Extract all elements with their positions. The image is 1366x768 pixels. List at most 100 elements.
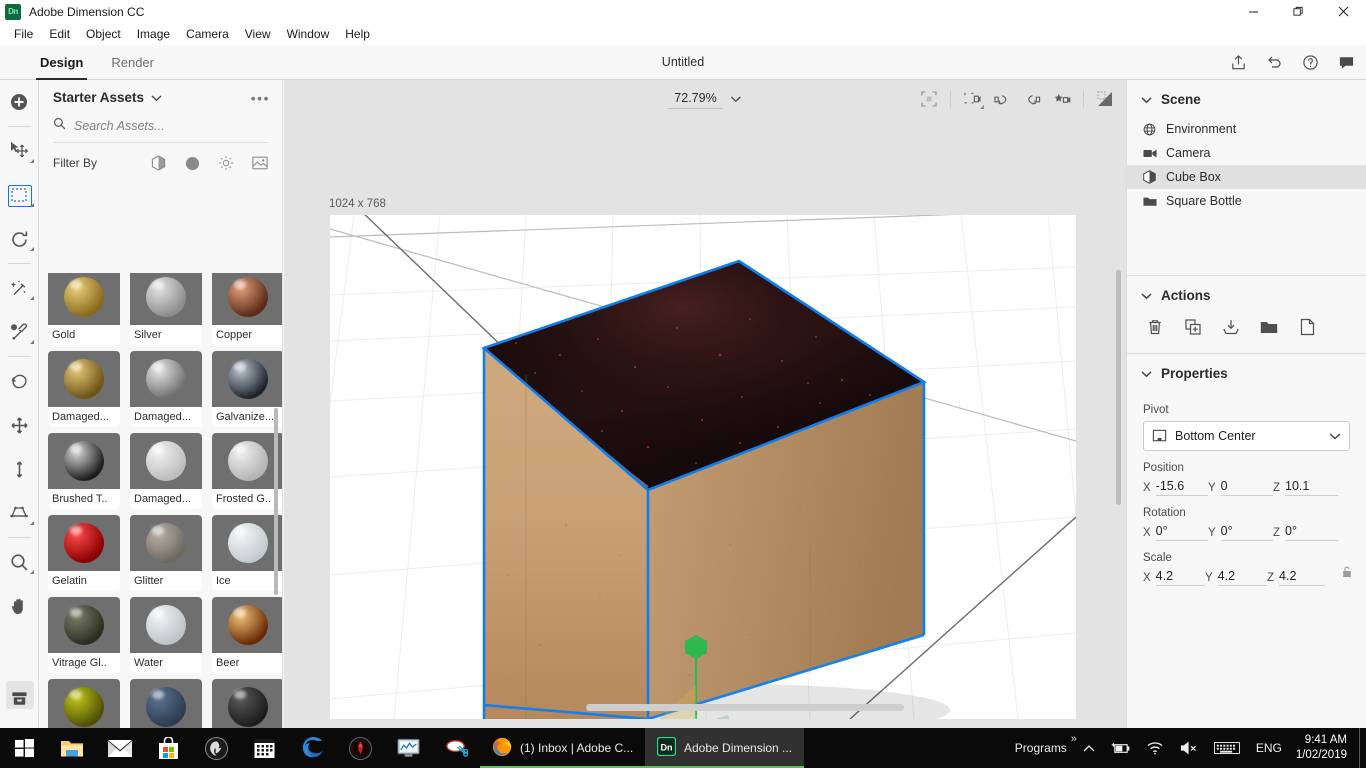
rotation-x-value[interactable]: 0°	[1155, 524, 1208, 541]
scale-x-field[interactable]: X 4.2	[1143, 569, 1205, 586]
tab-render[interactable]: Render	[97, 45, 168, 80]
scale-y-value[interactable]: 4.2	[1217, 569, 1267, 586]
scene-item-camera[interactable]: Camera	[1127, 141, 1366, 165]
zoom-tool[interactable]	[0, 540, 39, 584]
tab-design[interactable]: Design	[26, 45, 97, 80]
search-input[interactable]	[74, 119, 254, 133]
minimize-button[interactable]	[1231, 0, 1276, 23]
chevron-down-icon[interactable]	[1141, 370, 1152, 378]
asset-card[interactable]: Damaged...	[48, 351, 120, 427]
camera-orbit-right-icon[interactable]	[1023, 90, 1041, 108]
chevron-down-icon[interactable]	[1329, 432, 1341, 440]
rotate-tool[interactable]	[0, 217, 39, 261]
asset-card[interactable]: Silver	[130, 273, 202, 345]
asset-card[interactable]: Gelatin	[48, 515, 120, 591]
properties-section-header[interactable]: Properties	[1127, 354, 1366, 391]
taskbar-task-firefox[interactable]: (1) Inbox | Adobe C...	[480, 728, 645, 768]
viewport-horizontal-scrollbar[interactable]	[586, 704, 904, 711]
pan-move-tool[interactable]	[0, 403, 39, 447]
asset-card[interactable]: Brushed T..	[48, 433, 120, 509]
lock-aspect-icon[interactable]	[1342, 565, 1352, 583]
light-filter-icon[interactable]	[218, 155, 234, 171]
orbit-tool[interactable]	[0, 359, 39, 403]
tray-chevron-up-icon[interactable]	[1075, 728, 1103, 768]
chevron-down-icon[interactable]	[731, 95, 742, 103]
asset-card[interactable]: Damaged...	[130, 433, 202, 509]
scene-item-environment[interactable]: Environment	[1127, 117, 1366, 141]
chevron-down-icon[interactable]	[151, 94, 162, 102]
viewport-3d[interactable]	[330, 215, 1076, 719]
asset-card[interactable]: Water	[130, 597, 202, 673]
asset-card[interactable]: Gold	[48, 273, 120, 345]
scene-item-square-bottle[interactable]: Square Bottle	[1127, 189, 1366, 213]
menu-camera[interactable]: Camera	[178, 25, 237, 43]
comment-icon[interactable]	[1336, 52, 1356, 72]
rotation-x-field[interactable]: X 0°	[1143, 524, 1208, 541]
poison-app-icon[interactable]	[336, 728, 384, 768]
asset-card[interactable]: Denim	[130, 679, 202, 728]
maximize-button[interactable]	[1276, 0, 1321, 23]
menu-view[interactable]: View	[237, 25, 279, 43]
close-button[interactable]	[1321, 0, 1366, 23]
import-icon[interactable]	[1221, 317, 1241, 337]
asset-card[interactable]: Frosted G..	[212, 433, 282, 509]
zoom-control[interactable]: 72.79%	[668, 90, 742, 109]
menu-window[interactable]: Window	[279, 25, 338, 43]
camera-orbit-left-icon[interactable]	[993, 90, 1011, 108]
file-explorer-icon[interactable]	[48, 728, 96, 768]
asset-card[interactable]: Copper	[212, 273, 282, 345]
chevron-down-icon[interactable]	[1141, 96, 1152, 104]
language-indicator[interactable]: ENG	[1248, 728, 1290, 768]
scene-item-cube-box[interactable]: Cube Box	[1127, 165, 1366, 189]
position-y-value[interactable]: 0	[1220, 479, 1273, 496]
dolly-tool[interactable]	[0, 447, 39, 491]
volume-muted-icon[interactable]	[1172, 728, 1206, 768]
camera-star-icon[interactable]	[1053, 90, 1071, 108]
group-folder-icon[interactable]	[1259, 317, 1279, 337]
asset-card[interactable]: Damaged...	[130, 351, 202, 427]
show-desktop-button[interactable]	[1359, 728, 1366, 768]
duplicate-icon[interactable]	[1183, 317, 1203, 337]
rotation-y-value[interactable]: 0°	[1220, 524, 1273, 541]
position-z-value[interactable]: 10.1	[1285, 479, 1338, 496]
microsoft-store-icon[interactable]	[144, 728, 192, 768]
select-move-tool[interactable]	[0, 129, 39, 173]
pivot-select[interactable]: Bottom Center	[1143, 421, 1350, 451]
unpack-icon[interactable]	[1297, 317, 1317, 337]
menu-help[interactable]: Help	[337, 25, 378, 43]
edge-browser-icon[interactable]	[288, 728, 336, 768]
rotation-z-value[interactable]: 0°	[1285, 524, 1338, 541]
image-filter-icon[interactable]	[252, 155, 268, 171]
model-filter-icon[interactable]	[150, 155, 166, 171]
tray-programs-label[interactable]: Programs »	[1007, 728, 1077, 768]
actions-section-header[interactable]: Actions	[1127, 276, 1366, 313]
assets-scrollbar-thumb[interactable]	[274, 408, 278, 595]
performance-monitor-icon[interactable]	[384, 728, 432, 768]
menu-object[interactable]: Object	[78, 25, 129, 43]
snipping-tool-icon[interactable]	[432, 728, 480, 768]
menu-image[interactable]: Image	[129, 25, 178, 43]
position-x-field[interactable]: X -15.6	[1143, 479, 1208, 496]
asset-card[interactable]: Vitrage Gl..	[48, 597, 120, 673]
asset-card[interactable]: Weave Fa..	[212, 679, 282, 728]
scale-z-value[interactable]: 4.2	[1279, 569, 1325, 586]
hand-tool[interactable]	[0, 584, 39, 628]
camera-bookmark-icon[interactable]	[920, 90, 938, 108]
share-icon[interactable]	[1228, 52, 1248, 72]
chevron-down-icon[interactable]	[1141, 292, 1152, 300]
marquee-select-tool[interactable]	[0, 173, 39, 217]
clock[interactable]: 9:41 AM 1/02/2019	[1290, 728, 1359, 768]
material-filter-icon[interactable]	[184, 155, 200, 171]
taskbar-task-dimension[interactable]: Dn Adobe Dimension ...	[645, 728, 805, 768]
keyboard-icon[interactable]	[1206, 728, 1248, 768]
magic-wand-tool[interactable]	[0, 266, 39, 310]
zoom-level-value[interactable]: 72.79%	[668, 90, 723, 109]
help-icon[interactable]	[1300, 52, 1320, 72]
calendar-icon[interactable]	[240, 728, 288, 768]
horizon-perspective-tool[interactable]	[0, 491, 39, 535]
delete-icon[interactable]	[1145, 317, 1165, 337]
menu-file[interactable]: File	[6, 25, 41, 43]
asset-card[interactable]: Olive Oil	[48, 679, 120, 728]
asset-card[interactable]: Beer	[212, 597, 282, 673]
windows-start-icon[interactable]	[0, 728, 48, 768]
